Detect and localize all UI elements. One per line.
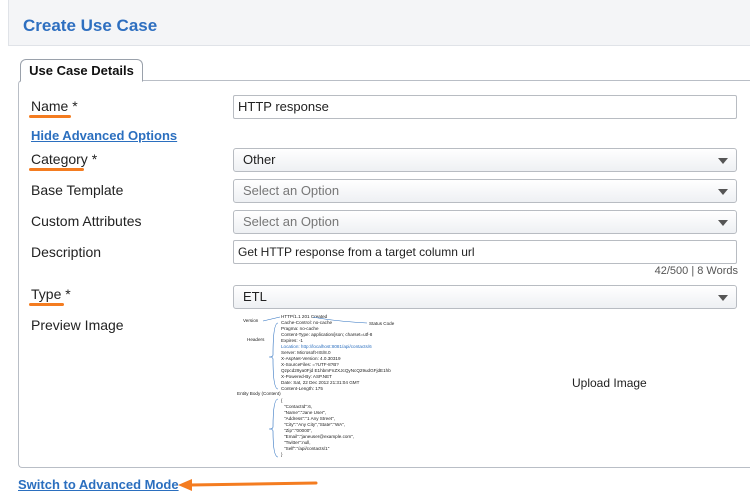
chevron-down-icon xyxy=(718,158,728,164)
category-highlight-underline xyxy=(29,168,84,171)
preview-image: Version Headers Entity Body (Content) St… xyxy=(233,313,403,463)
header-line: Date: Sat, 22 Dec 2012 21:31:04 GMT xyxy=(281,380,360,385)
body-line: "ContactId":6, xyxy=(284,404,312,409)
version-label: Version xyxy=(243,318,259,323)
body-line: "Twitter":null, xyxy=(284,440,311,445)
http-response-diagram: Version Headers Entity Body (Content) St… xyxy=(237,314,395,458)
header-line: Expires: -1 xyxy=(281,338,303,343)
chevron-down-icon xyxy=(718,295,728,301)
header-line: Location: http://localhost:8081/api/cont… xyxy=(281,344,372,349)
body-line: { xyxy=(281,398,283,403)
page-header: Create Use Case xyxy=(8,0,750,46)
header-line: Content-Type: application/json; charset=… xyxy=(281,332,373,337)
type-highlight-underline xyxy=(29,303,64,306)
page-title: Create Use Case xyxy=(23,16,158,35)
header-line: X-Powered-By: ASP.NET xyxy=(281,374,332,379)
base-template-label: Base Template xyxy=(31,182,124,198)
body-line: "Email":"janeuser@example.com", xyxy=(284,434,354,439)
version-connector xyxy=(262,316,281,322)
body-brace xyxy=(268,398,279,458)
type-label: Type * xyxy=(31,286,71,302)
body-line: } xyxy=(281,452,283,457)
base-template-select-value: Select an Option xyxy=(243,183,340,198)
custom-attributes-select[interactable]: Select an Option xyxy=(233,210,737,234)
body-line: "Self":"/api/contacts/1" xyxy=(284,446,330,451)
custom-attributes-label: Custom Attributes xyxy=(31,213,142,229)
hide-advanced-options-link[interactable]: Hide Advanced Options xyxy=(31,128,177,143)
name-input[interactable]: HTTP response xyxy=(233,95,737,119)
header-line: X-AspNet-Version: 4.0.30319 xyxy=(281,356,341,361)
header-line: Pragma: no-cache xyxy=(281,326,319,331)
description-counter: 42/500 | 8 Words xyxy=(654,265,738,277)
category-select-value: Other xyxy=(243,152,276,167)
header-line: Content-Length: 175 xyxy=(281,386,323,391)
tab-use-case-details[interactable]: Use Case Details xyxy=(20,59,143,82)
body-line: "City":"Any City","State":"WA", xyxy=(284,422,345,427)
category-label: Category * xyxy=(31,151,98,167)
base-template-select[interactable]: Select an Option xyxy=(233,179,737,203)
header-line: Qzpcd29ya0Fjd E1hbmFnZXJcQyNcQ29udGFjdE1… xyxy=(281,368,391,373)
arrow-left-icon xyxy=(178,479,318,491)
body-line: "Zip":"00000", xyxy=(284,428,312,433)
headers-brace xyxy=(268,322,279,390)
body-line: "Address":"1 Any Street", xyxy=(284,416,335,421)
name-label: Name * xyxy=(31,98,78,114)
chevron-down-icon xyxy=(718,220,728,226)
header-line: Server: Microsoft-IIS/8.0 xyxy=(281,350,331,355)
custom-attributes-select-value: Select an Option xyxy=(243,214,340,229)
description-label: Description xyxy=(31,244,102,260)
status-code-label: Status Code xyxy=(369,321,395,326)
entity-body-label: Entity Body (Content) xyxy=(237,391,281,396)
switch-to-advanced-mode-link[interactable]: Switch to Advanced Mode xyxy=(18,477,179,492)
preview-image-label: Preview Image xyxy=(31,317,124,333)
type-select-value: ETL xyxy=(243,289,267,304)
upload-image-button[interactable]: Upload Image xyxy=(572,376,647,390)
headers-label: Headers xyxy=(247,337,265,342)
description-input[interactable]: Get HTTP response from a target column u… xyxy=(233,240,737,264)
type-select[interactable]: ETL xyxy=(233,285,737,309)
category-select[interactable]: Other xyxy=(233,148,737,172)
header-line: Cache-Control: no-cache xyxy=(281,320,333,325)
chevron-down-icon xyxy=(718,189,728,195)
body-line: "Name":"Jane User", xyxy=(284,410,326,415)
name-highlight-underline xyxy=(29,115,71,118)
header-line: X-SourceFiles: =?UTF-8?B? xyxy=(281,362,339,367)
